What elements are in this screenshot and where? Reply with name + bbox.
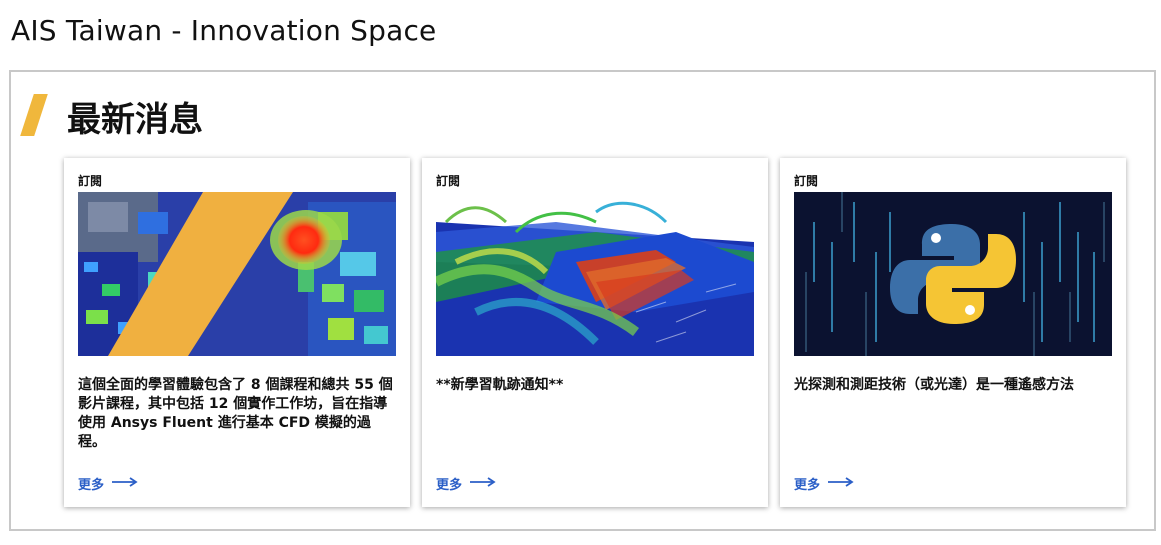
card-description: **新學習軌跡通知** xyxy=(436,377,564,393)
more-link[interactable]: 更多 xyxy=(78,474,138,493)
card-description: 光探測和測距技術（或光達）是一種遙感方法 xyxy=(794,377,1074,393)
python-logo-graphic xyxy=(794,192,1112,356)
news-card-3[interactable]: 訂閱 光探測和測距技術（或光達）是一種遙感方法 更多 xyxy=(780,158,1126,507)
card-tag: 訂閱 xyxy=(794,174,819,188)
news-card-1[interactable]: 訂閱 這個全面的學習體驗包含了 8 個課程和總共 55 個影片課程，其中包括 1… xyxy=(64,158,410,507)
news-section: 最新消息 訂閱 這個全面的學習體驗包含了 8 個課程和總共 55 個影片課程，其… xyxy=(9,70,1156,531)
flow-simulation-graphic xyxy=(436,192,754,356)
flow-simulation-image[interactable] xyxy=(436,192,754,356)
cfd-simulation-graphic xyxy=(78,192,396,356)
arrow-right-icon xyxy=(828,476,854,491)
cfd-simulation-image[interactable] xyxy=(78,192,396,356)
more-link[interactable]: 更多 xyxy=(794,474,854,493)
more-label: 更多 xyxy=(794,478,821,493)
more-link[interactable]: 更多 xyxy=(436,474,496,493)
arrow-right-icon xyxy=(470,476,496,491)
section-title: 最新消息 xyxy=(67,100,203,140)
page-title: AIS Taiwan - Innovation Space xyxy=(11,14,437,47)
card-tag: 訂閱 xyxy=(436,174,461,188)
card-description: 這個全面的學習體驗包含了 8 個課程和總共 55 個影片課程，其中包括 12 個… xyxy=(78,377,393,450)
more-label: 更多 xyxy=(78,478,105,493)
accent-slash-icon xyxy=(20,94,48,136)
card-tag: 訂閱 xyxy=(78,174,103,188)
python-logo-image[interactable] xyxy=(794,192,1112,356)
more-label: 更多 xyxy=(436,478,463,493)
arrow-right-icon xyxy=(112,476,138,491)
news-card-2[interactable]: 訂閱 **新學習軌跡通知** 更多 xyxy=(422,158,768,507)
